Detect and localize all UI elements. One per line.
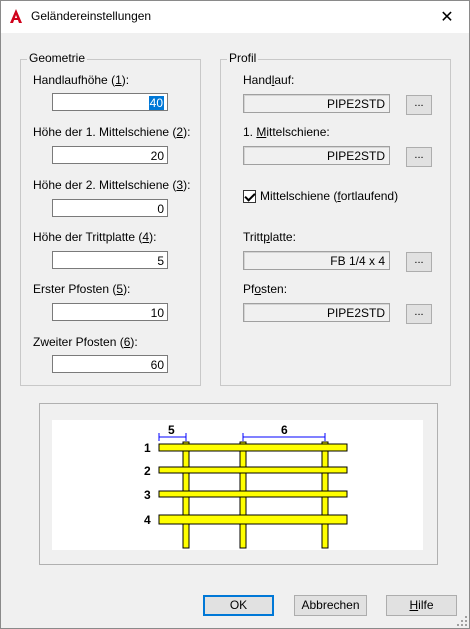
toeplate-height-input[interactable]: 5 — [52, 251, 168, 269]
handrail-browse-button[interactable]: ... — [406, 95, 432, 115]
rail-number-4: 4 — [144, 513, 151, 527]
dimension-label-5: 5 — [168, 423, 175, 437]
resize-grip-icon[interactable] — [456, 615, 468, 627]
second-post-label: Zweiter Pfosten (6): — [33, 335, 138, 349]
railing-rail-2 — [158, 466, 348, 474]
railing-preview-diagram: 5 6 1 2 3 4 — [144, 423, 348, 549]
midrail2-height-label: Höhe der 2. Mittelschiene (3): — [33, 178, 191, 192]
midrail-profile-label: 1. Mittelschiene: — [243, 125, 330, 139]
title-bar: Geländereinstellungen ✕ — [0, 0, 470, 33]
toeplate-height-label: Höhe der Trittplatte (4): — [33, 230, 157, 244]
cancel-button[interactable]: Abbrechen — [294, 595, 367, 616]
handrail-height-input[interactable]: 40 — [52, 93, 168, 111]
midrail1-height-input[interactable]: 20 — [52, 146, 168, 164]
close-icon: ✕ — [440, 8, 454, 26]
toeplate-profile-field: FB 1/4 x 4 — [243, 251, 390, 270]
profile-group-label: Profil — [227, 51, 259, 65]
preview-panel: 5 6 1 2 3 4 — [52, 420, 423, 550]
geometry-group-label: Geometrie — [27, 51, 88, 65]
toeplate-browse-button[interactable]: ... — [406, 252, 432, 272]
midrail-browse-button[interactable]: ... — [406, 147, 432, 167]
railing-rail-4 — [158, 514, 348, 525]
close-button[interactable]: ✕ — [424, 0, 470, 33]
rail-number-1: 1 — [144, 441, 151, 455]
dimension-label-6: 6 — [281, 423, 288, 437]
railing-rail-3 — [158, 490, 348, 498]
continuous-midrail-checkbox[interactable] — [243, 190, 256, 203]
second-post-input[interactable]: 60 — [52, 355, 168, 373]
midrail1-height-label: Höhe der 1. Mittelschiene (2): — [33, 125, 191, 139]
handrail-height-label: Handlaufhöhe (1): — [33, 73, 130, 87]
post-profile-label: Pfosten: — [243, 282, 288, 296]
continuous-midrail-label: Mittelschiene (fortlaufend) — [260, 189, 399, 203]
toeplate-profile-label: Trittplatte: — [243, 230, 296, 244]
help-button[interactable]: Hilfe — [386, 595, 457, 616]
rail-number-2: 2 — [144, 464, 151, 478]
handrail-profile-label: Handlauf: — [243, 73, 295, 87]
post-browse-button[interactable]: ... — [406, 304, 432, 324]
first-post-label: Erster Pfosten (5): — [33, 282, 131, 296]
ok-button[interactable]: OK — [203, 595, 274, 616]
window-title: Geländereinstellungen — [31, 9, 152, 23]
midrail-profile-field: PIPE2STD — [243, 146, 390, 165]
first-post-input[interactable]: 10 — [52, 303, 168, 321]
post-profile-field: PIPE2STD — [243, 303, 390, 322]
handrail-profile-field: PIPE2STD — [243, 94, 390, 113]
railing-rail-1 — [158, 443, 348, 452]
rail-number-3: 3 — [144, 488, 151, 502]
midrail2-height-input[interactable]: 0 — [52, 199, 168, 217]
app-icon — [10, 9, 22, 23]
